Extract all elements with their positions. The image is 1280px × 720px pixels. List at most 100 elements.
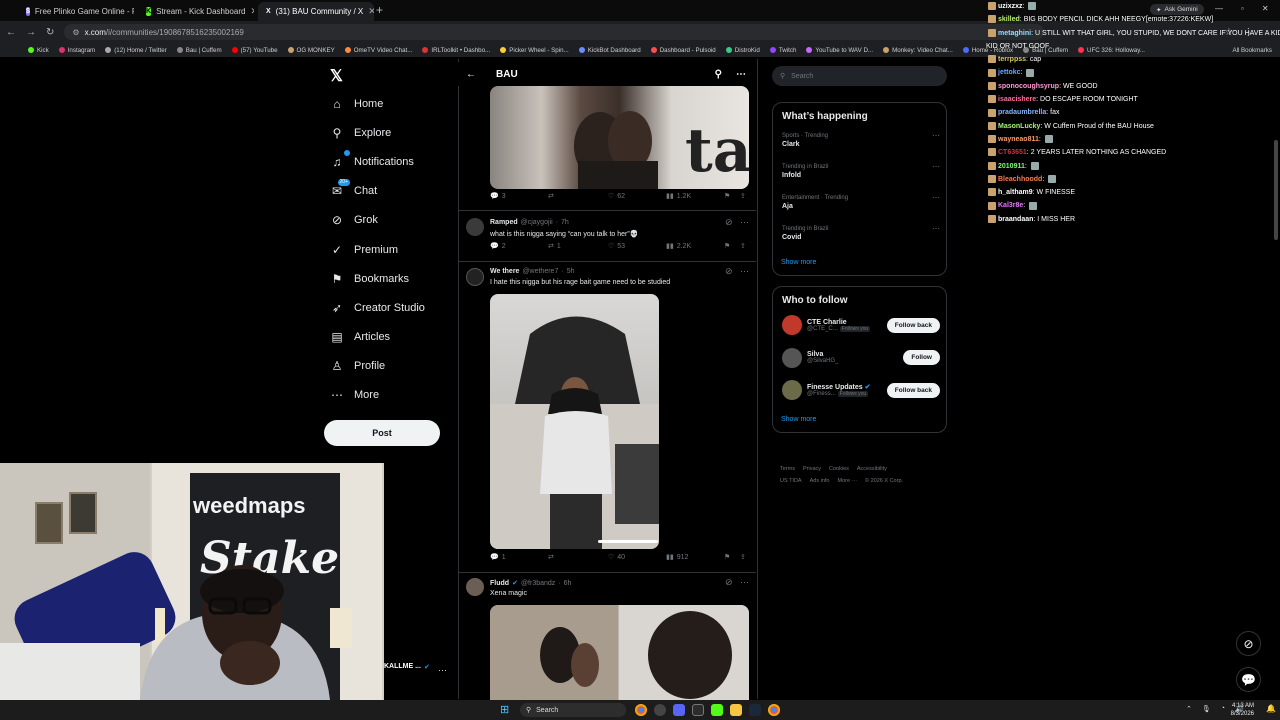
nav-item-premium[interactable]: ✓ Premium xyxy=(330,241,398,259)
bookmark-item[interactable]: Dashboard - Pulsoid xyxy=(650,47,716,54)
views-button[interactable]: ▮▮ 1.2K xyxy=(666,192,691,201)
browser-tab[interactable]: $ Free Plinko Game Online - Play ✕ xyxy=(18,2,134,21)
forward-icon[interactable]: → xyxy=(26,27,36,38)
search-input[interactable]: ⚲ Search xyxy=(772,66,947,86)
retweet-button[interactable]: ⇄ 1 xyxy=(548,242,561,251)
author-handle[interactable]: @fr3bandz xyxy=(521,580,555,587)
chat-username[interactable]: jettokc xyxy=(998,69,1021,76)
bookmark-item[interactable]: DistroKid xyxy=(725,47,760,54)
grok-floating-button[interactable]: ⊘ xyxy=(1236,631,1261,656)
nav-item-home[interactable]: ⌂ Home xyxy=(330,95,383,113)
kick-taskbar-icon[interactable] xyxy=(711,704,723,716)
author-handle[interactable]: @wethere7 xyxy=(522,268,558,275)
scrollbar[interactable] xyxy=(1274,140,1278,240)
tweet-more-icon[interactable]: ⋯ xyxy=(740,577,749,588)
post-button[interactable]: Post xyxy=(324,420,440,446)
more-options-icon[interactable]: ⋯ xyxy=(736,69,746,80)
url-field[interactable]: ⚙ x.com/i/communities/190867851623500216… xyxy=(64,24,1045,40)
nav-item-notifications[interactable]: ♫ Notifications xyxy=(330,150,414,171)
retweet-button[interactable]: ⇄ xyxy=(548,192,554,200)
bookmark-item[interactable]: IRLToolkit • Dashbo... xyxy=(422,47,490,54)
bookmark-item[interactable]: OG MONKEY xyxy=(287,47,335,54)
chrome-active-taskbar-icon[interactable] xyxy=(768,704,780,716)
follow-button[interactable]: Follow back xyxy=(886,317,940,333)
avatar[interactable] xyxy=(782,347,802,368)
messages-floating-button[interactable]: 💬 xyxy=(1236,667,1261,692)
account-more-icon[interactable]: ⋯ xyxy=(438,665,447,676)
follow-suggestion[interactable]: Finesse Updates ✔ @Finess... Follows you Fo… xyxy=(782,380,940,400)
grok-icon[interactable]: ⊘ xyxy=(725,217,733,228)
footer-link[interactable]: US TIDA xyxy=(780,478,802,484)
trend-more-icon[interactable]: ⋯ xyxy=(932,224,940,233)
views-button[interactable]: ▮▮ 2.2K xyxy=(666,242,691,251)
show-more-link[interactable]: Show more xyxy=(781,259,816,266)
author-handle[interactable]: @cjaygojii xyxy=(521,219,553,226)
browser-tab-active[interactable]: X (31) BAU Community / X ✕ xyxy=(258,2,374,21)
footer-link[interactable]: © 2026 X Corp. xyxy=(865,478,903,484)
share-button[interactable]: ⇪ xyxy=(740,553,746,561)
chat-username[interactable]: isaacishere xyxy=(998,96,1036,103)
bookmark-item[interactable]: Instagram xyxy=(58,47,95,54)
nav-item-bookmarks[interactable]: ⚑ Bookmarks xyxy=(330,270,409,288)
reply-button[interactable]: 💬 1 xyxy=(490,553,506,562)
bookmark-item[interactable]: (12) Home / Twitter xyxy=(105,47,167,54)
grok-icon[interactable]: ⊘ xyxy=(725,577,733,588)
follow-button[interactable]: Follow xyxy=(903,350,940,365)
show-more-link[interactable]: Show more xyxy=(781,416,816,423)
bookmark-button[interactable]: ⚑ xyxy=(724,192,730,200)
chat-username[interactable]: wayneao811 xyxy=(998,136,1039,143)
avatar[interactable] xyxy=(782,380,802,400)
chat-username[interactable]: h_altham9 xyxy=(998,189,1033,196)
nav-item-grok[interactable]: ⊘ Grok xyxy=(330,211,378,229)
tweet-time[interactable]: 6h xyxy=(564,580,572,587)
footer-link[interactable]: Privacy xyxy=(803,466,821,472)
obs-taskbar-icon[interactable] xyxy=(654,704,666,716)
share-button[interactable]: ⇪ xyxy=(740,242,746,250)
reply-button[interactable]: 💬 2 xyxy=(490,242,506,251)
bookmark-item[interactable]: YouTube to WAV D... xyxy=(806,47,873,54)
nav-item-chat[interactable]: ✉ 20+ Chat xyxy=(330,179,377,200)
reply-button[interactable]: 💬 3 xyxy=(490,192,506,201)
tweet-more-icon[interactable]: ⋯ xyxy=(740,266,749,277)
browser-tab[interactable]: K Stream - Kick Dashboard ✕ xyxy=(138,2,254,21)
like-button[interactable]: ♡ 40 xyxy=(608,553,625,562)
share-button[interactable]: ⇪ xyxy=(740,192,746,200)
steam-taskbar-icon[interactable] xyxy=(749,704,761,716)
bookmark-item[interactable]: (57) YouTube xyxy=(231,47,278,54)
tweet-time[interactable]: 5h xyxy=(567,268,575,275)
chrome-taskbar-icon[interactable] xyxy=(635,704,647,716)
site-info-icon[interactable]: ⚙ xyxy=(72,28,79,37)
trend-item[interactable]: Entertainment · Trending Aja ⋯ xyxy=(782,193,940,210)
follow-button[interactable]: Follow back xyxy=(886,382,940,398)
trend-more-icon[interactable]: ⋯ xyxy=(932,131,940,140)
trend-item[interactable]: Trending in Brazil Covid ⋯ xyxy=(782,224,940,241)
chat-username[interactable]: uzixzxz xyxy=(998,3,1023,10)
notification-bell-icon[interactable]: 🔔 xyxy=(1266,704,1276,713)
follow-suggestion[interactable]: Silva @SilvaHG_ Follow xyxy=(782,347,940,368)
trend-more-icon[interactable]: ⋯ xyxy=(932,162,940,171)
taskbar-search[interactable]: ⚲ Search xyxy=(520,703,626,717)
trend-item[interactable]: Trending in Brazil Infold ⋯ xyxy=(782,162,940,179)
chat-username[interactable]: skilled xyxy=(998,16,1020,23)
nav-item-more[interactable]: ⋯ More xyxy=(330,386,379,404)
bookmark-item[interactable]: Kick xyxy=(28,47,49,54)
chat-username[interactable]: pradaumbrella xyxy=(998,109,1046,116)
file-explorer-taskbar-icon[interactable] xyxy=(730,704,742,716)
x-logo-icon[interactable]: 𝕏 xyxy=(330,66,343,86)
app-taskbar-icon[interactable] xyxy=(692,704,704,716)
bookmark-item[interactable]: Picker Wheel - Spin... xyxy=(500,47,569,54)
chat-username[interactable]: Bleachhoodd xyxy=(998,176,1042,183)
microphone-icon[interactable]: 🎙 xyxy=(1202,705,1211,713)
footer-link[interactable]: Cookies xyxy=(829,466,849,472)
views-button[interactable]: ▮▮ 912 xyxy=(666,553,688,562)
chat-username[interactable]: braandaan xyxy=(998,216,1033,223)
chat-username[interactable]: Kal3r8e xyxy=(998,202,1023,209)
avatar[interactable] xyxy=(466,218,484,236)
wifi-icon[interactable]: ◔ xyxy=(1221,705,1225,713)
new-tab-icon[interactable]: + xyxy=(376,3,383,17)
chevron-up-icon[interactable]: ⌃ xyxy=(1186,705,1192,713)
grok-icon[interactable]: ⊘ xyxy=(725,266,733,277)
chat-username[interactable]: 2010911 xyxy=(998,163,1025,170)
author-name[interactable]: We there xyxy=(490,268,519,275)
follow-suggestion[interactable]: CTE Charlie @CTE_C... Follows you Follow ba… xyxy=(782,315,940,335)
